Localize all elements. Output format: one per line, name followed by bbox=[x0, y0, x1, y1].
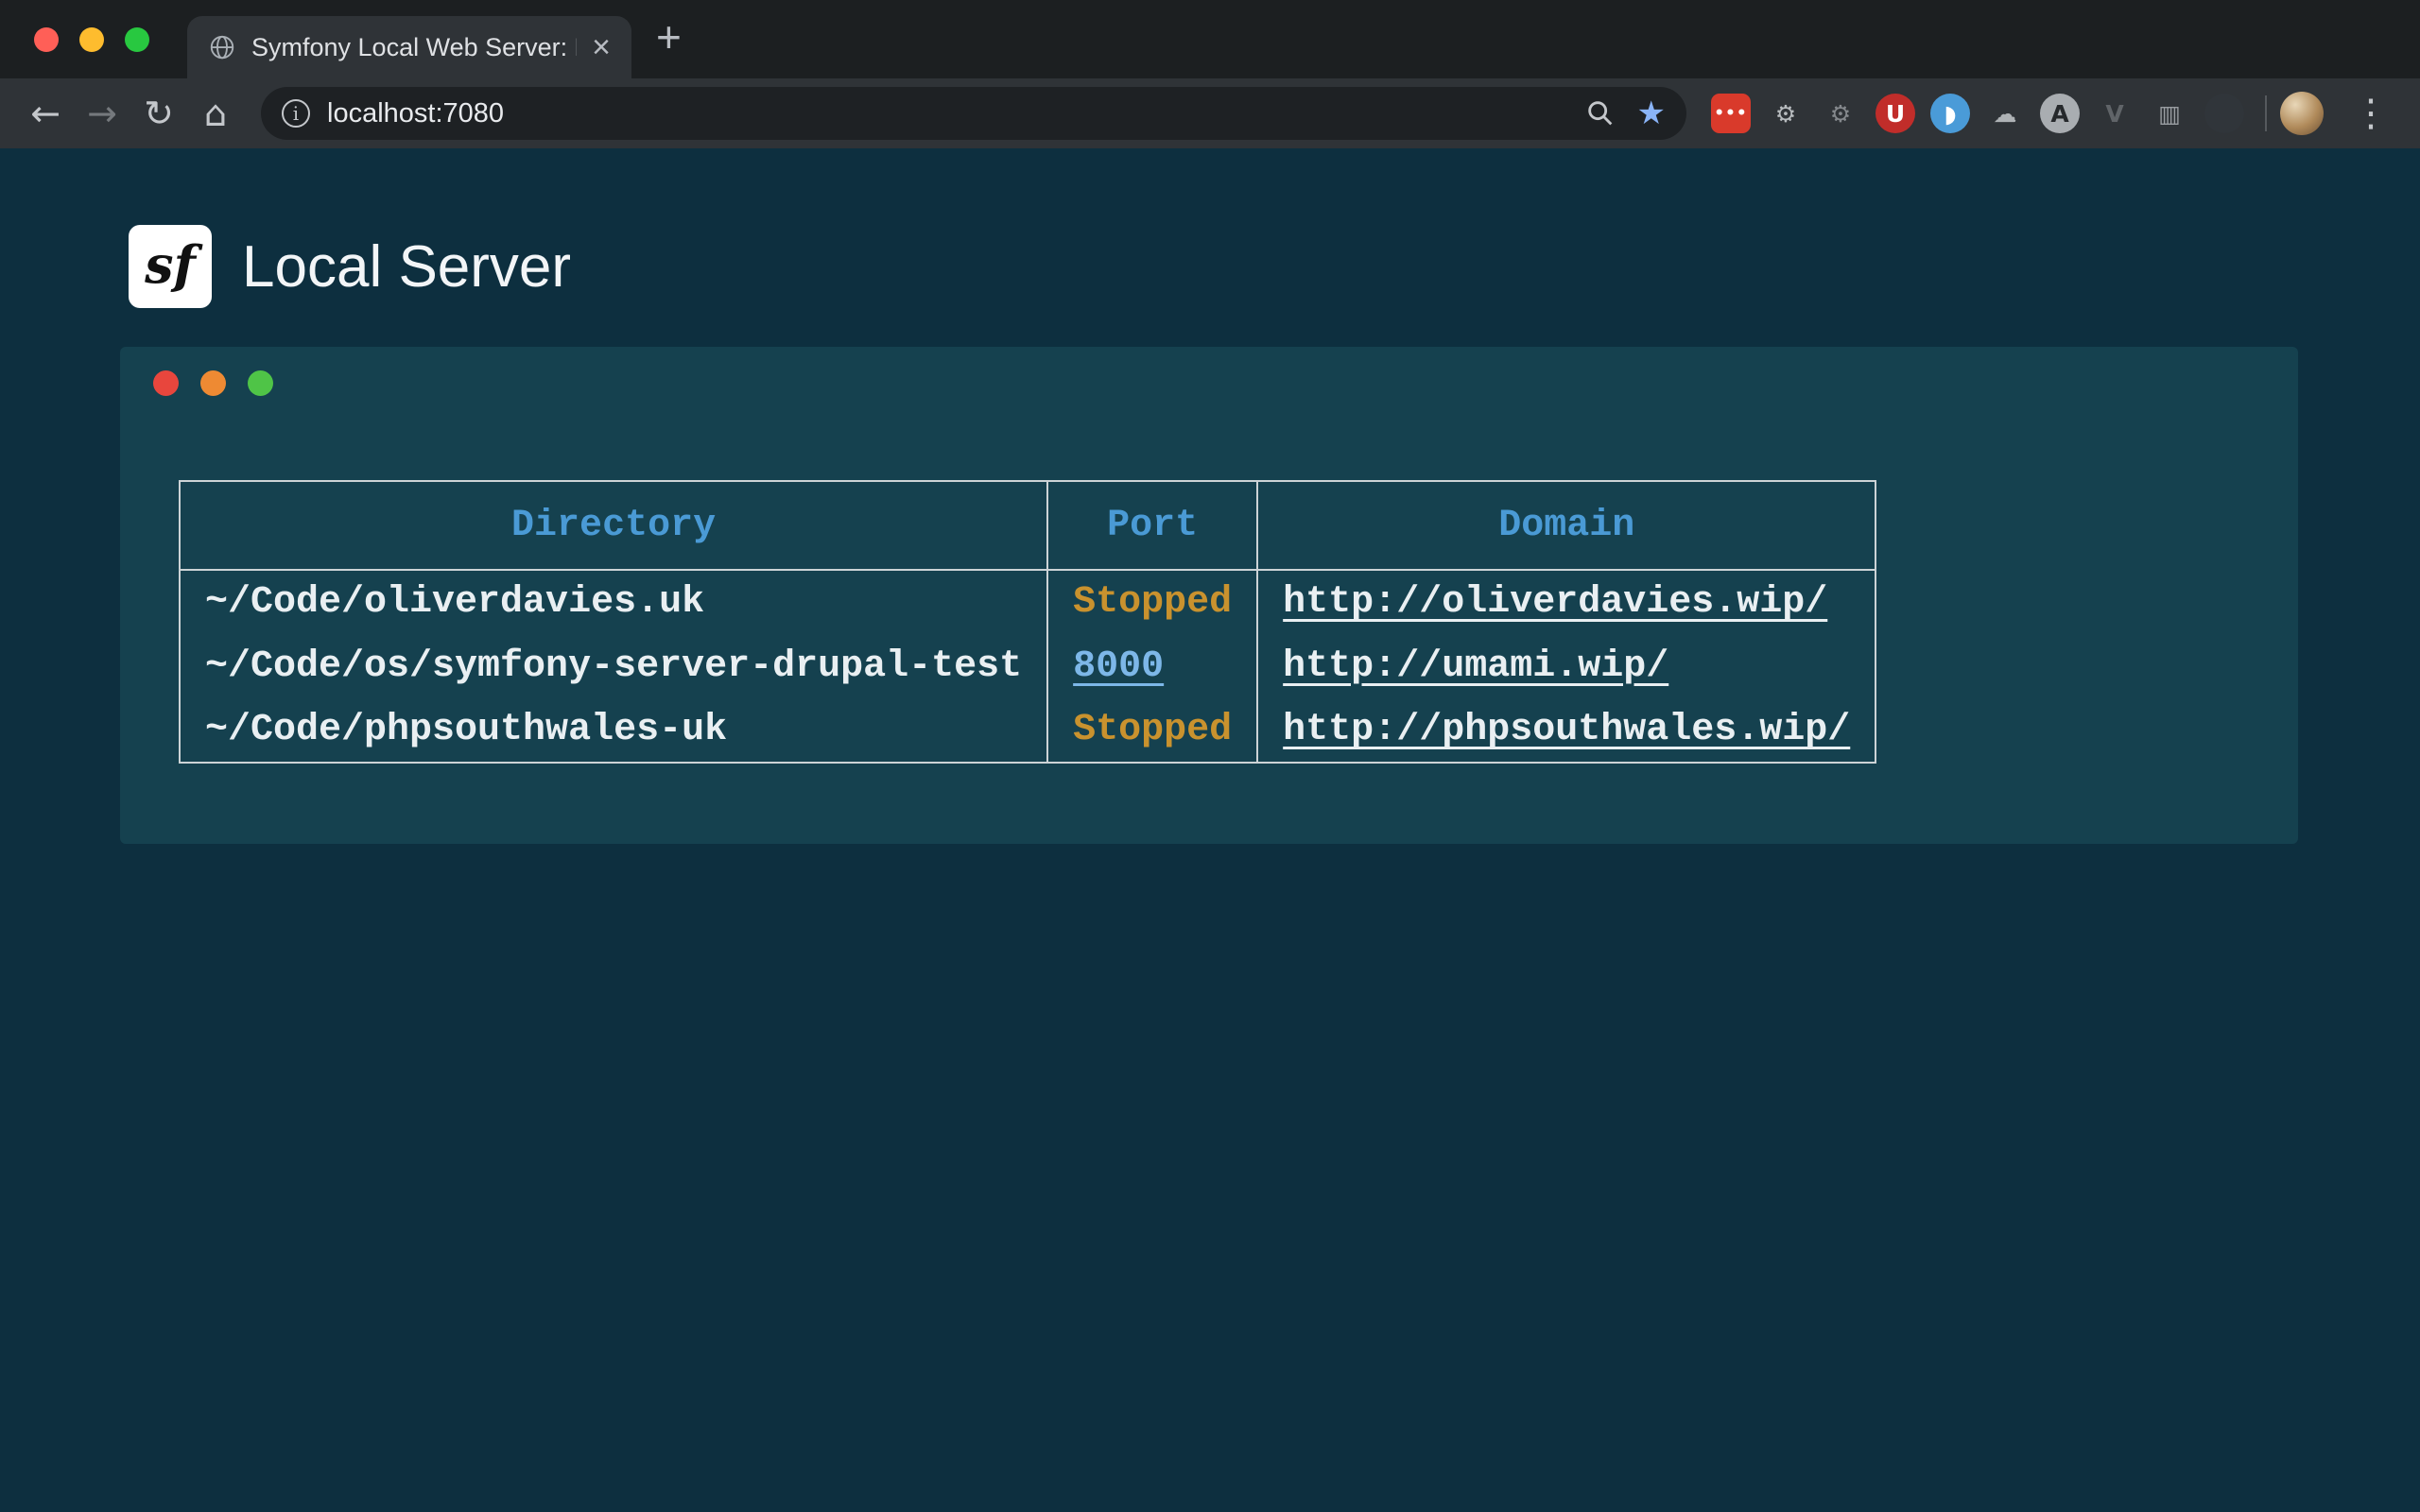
domain-cell: http://umami.wip/ bbox=[1257, 634, 1876, 698]
window-minimize-button[interactable] bbox=[79, 27, 104, 52]
site-info-icon[interactable] bbox=[282, 99, 310, 128]
browser-menu-icon[interactable]: ⋮ bbox=[2339, 92, 2403, 135]
port-cell: Stopped bbox=[1047, 698, 1257, 763]
extension-red-dots-icon[interactable]: ••• bbox=[1711, 94, 1751, 133]
tab-favicon-icon bbox=[208, 33, 236, 61]
window-zoom-button[interactable] bbox=[125, 27, 149, 52]
browser-tab[interactable]: Symfony Local Web Server: Prox × bbox=[187, 16, 631, 78]
extension-blue-circle-icon[interactable]: ◗ bbox=[1930, 94, 1970, 133]
column-header-directory: Directory bbox=[180, 481, 1047, 570]
extension-github-icon[interactable] bbox=[2204, 94, 2244, 133]
directory-cell: ~/Code/phpsouthwales-uk bbox=[180, 698, 1047, 763]
window-controls bbox=[0, 27, 149, 52]
column-header-port: Port bbox=[1047, 481, 1257, 570]
brand-header: sf Local Server bbox=[129, 225, 571, 308]
page-title: Local Server bbox=[242, 233, 571, 301]
symfony-logo-icon: sf bbox=[129, 225, 212, 308]
extension-ublock-icon[interactable]: U bbox=[1876, 94, 1915, 133]
back-icon[interactable]: ← bbox=[17, 93, 74, 134]
extension-gear-dark-icon[interactable]: ⚙ bbox=[1821, 94, 1860, 133]
extension-letter-v-icon[interactable]: V bbox=[2095, 94, 2135, 133]
domain-cell: http://oliverdavies.wip/ bbox=[1257, 570, 1876, 634]
toolbar-separator bbox=[2265, 95, 2267, 131]
table-row: ~/Code/oliverdavies.uk Stopped http://ol… bbox=[180, 570, 1876, 634]
zoom-icon[interactable] bbox=[1584, 97, 1616, 129]
symfony-logo-glyph: sf bbox=[145, 234, 196, 295]
profile-avatar[interactable] bbox=[2280, 92, 2324, 135]
window-close-button[interactable] bbox=[34, 27, 59, 52]
extensions-row: ••• ⚙ ⚙ U ◗ ☁ A V ▥ bbox=[1703, 94, 2252, 133]
directory-cell: ~/Code/os/symfony-server-drupal-test bbox=[180, 634, 1047, 698]
forward-icon[interactable]: → bbox=[74, 93, 130, 134]
port-cell: 8000 bbox=[1047, 634, 1257, 698]
table-row: ~/Code/phpsouthwales-uk Stopped http://p… bbox=[180, 698, 1876, 763]
status-badge: Stopped bbox=[1073, 581, 1232, 624]
new-tab-button[interactable]: + bbox=[656, 11, 682, 62]
tab-title: Symfony Local Web Server: Prox bbox=[251, 33, 577, 62]
tab-close-icon[interactable]: × bbox=[592, 31, 611, 63]
panel-dot-orange bbox=[200, 370, 226, 396]
extension-gear-light-icon[interactable]: ⚙ bbox=[1766, 94, 1806, 133]
page-content: sf Local Server Directory Port Domain ~/… bbox=[0, 148, 2420, 1512]
extension-gray-grid-icon[interactable]: ▥ bbox=[2150, 94, 2189, 133]
status-badge: Stopped bbox=[1073, 709, 1232, 751]
tab-strip: Symfony Local Web Server: Prox × + bbox=[0, 0, 2420, 78]
home-icon[interactable]: ⌂ bbox=[187, 93, 244, 134]
panel-window-dots bbox=[153, 370, 273, 396]
table-row: ~/Code/os/symfony-server-drupal-test 800… bbox=[180, 634, 1876, 698]
servers-table: Directory Port Domain ~/Code/oliverdavie… bbox=[179, 480, 1876, 764]
extension-cloud-icon[interactable]: ☁ bbox=[1985, 94, 2025, 133]
reload-icon[interactable]: ↻ bbox=[130, 93, 187, 134]
extension-letter-a-icon[interactable]: A bbox=[2040, 94, 2080, 133]
bookmark-star-icon[interactable]: ★ bbox=[1637, 94, 1666, 132]
column-header-domain: Domain bbox=[1257, 481, 1876, 570]
address-bar[interactable]: localhost:7080 ★ bbox=[261, 87, 1686, 140]
port-cell: Stopped bbox=[1047, 570, 1257, 634]
panel-dot-red bbox=[153, 370, 179, 396]
directory-cell: ~/Code/oliverdavies.uk bbox=[180, 570, 1047, 634]
url-text: localhost:7080 bbox=[327, 98, 1584, 129]
domain-link[interactable]: http://phpsouthwales.wip/ bbox=[1283, 709, 1850, 751]
domain-link[interactable]: http://umami.wip/ bbox=[1283, 645, 1668, 688]
table-header-row: Directory Port Domain bbox=[180, 481, 1876, 570]
port-link[interactable]: 8000 bbox=[1073, 645, 1164, 688]
domain-link[interactable]: http://oliverdavies.wip/ bbox=[1283, 581, 1827, 624]
panel-dot-green bbox=[248, 370, 273, 396]
browser-toolbar: ← → ↻ ⌂ localhost:7080 ★ ••• ⚙ ⚙ U ◗ ☁ A… bbox=[0, 78, 2420, 148]
server-panel: Directory Port Domain ~/Code/oliverdavie… bbox=[120, 347, 2298, 844]
domain-cell: http://phpsouthwales.wip/ bbox=[1257, 698, 1876, 763]
